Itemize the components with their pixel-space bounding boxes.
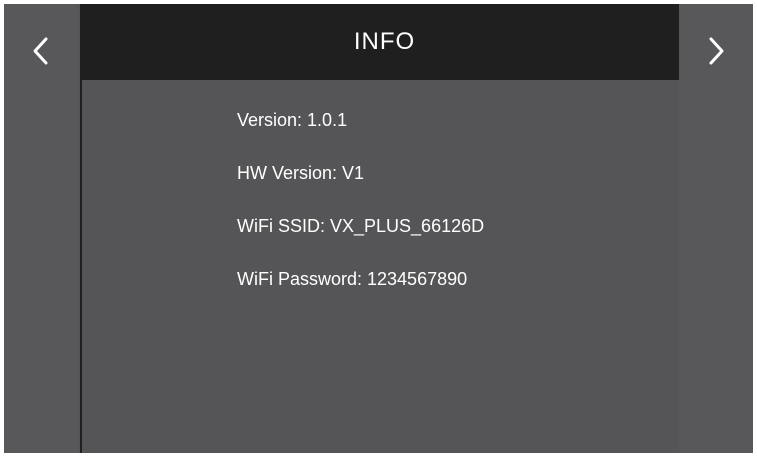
page-title: INFO <box>353 28 416 55</box>
info-panel: INFO Version: 1.0.1 HW Version: V1 WiFi … <box>80 4 689 453</box>
version-text: Version: 1.0.1 <box>237 110 348 130</box>
info-list: Version: 1.0.1 HW Version: V1 WiFi SSID:… <box>237 108 484 320</box>
next-page-button[interactable] <box>679 4 753 453</box>
chevron-right-icon <box>709 37 724 65</box>
device-screen: INFO Version: 1.0.1 HW Version: V1 WiFi … <box>4 4 753 453</box>
hw-version-text: HW Version: V1 <box>237 163 365 183</box>
wifi-password-text: WiFi Password: 1234567890 <box>237 269 468 289</box>
prev-page-button[interactable] <box>4 4 78 453</box>
chevron-left-icon <box>33 37 48 65</box>
wifi-ssid-text: WiFi SSID: VX_PLUS_66126D <box>237 216 485 236</box>
header-bar: INFO <box>82 4 687 80</box>
